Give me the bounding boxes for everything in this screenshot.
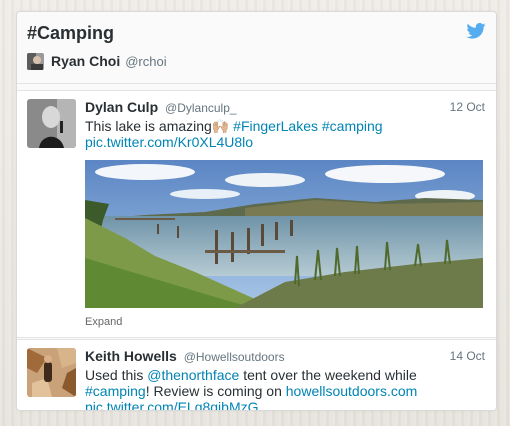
- widget-header: #Camping Ryan Choi @rchoi: [17, 12, 496, 84]
- author-name[interactable]: Keith Howells: [85, 348, 177, 364]
- widget-creator[interactable]: Ryan Choi @rchoi: [27, 52, 167, 70]
- hashtag-link[interactable]: #camping: [322, 118, 383, 134]
- author-handle[interactable]: @Howellsoutdoors: [184, 350, 285, 364]
- tweet-date[interactable]: 12 Oct: [450, 100, 485, 114]
- twitter-bird-icon[interactable]: [466, 23, 486, 39]
- tweet-text: This lake is amazing🙌🏼 #FingerLakes #cam…: [85, 118, 485, 150]
- tweet-author[interactable]: Dylan Culp @Dylanculp_: [85, 99, 237, 115]
- author-handle[interactable]: @Dylanculp_: [165, 101, 237, 115]
- tweet-text-part: ! Review is coming on: [145, 383, 282, 399]
- creator-name[interactable]: Ryan Choi: [51, 53, 120, 69]
- tweet-text: Used this @thenorthface tent over the we…: [85, 367, 485, 410]
- widget-title[interactable]: #Camping: [27, 23, 114, 44]
- avatar[interactable]: [27, 348, 76, 397]
- domain-link[interactable]: howellsoutdoors.com: [286, 383, 418, 399]
- avatar[interactable]: [27, 52, 44, 70]
- tweet-text-part: Used this: [85, 367, 144, 383]
- tweet: Dylan Culp @Dylanculp_ 12 Oct This lake …: [17, 90, 496, 338]
- expand-link[interactable]: Expand: [85, 316, 122, 328]
- hashtag-link[interactable]: #camping: [85, 383, 146, 399]
- media-link[interactable]: pic.twitter.com/Kr0XL4U8lo: [85, 134, 253, 150]
- tweet: Keith Howells @Howellsoutdoors 14 Oct Us…: [17, 339, 496, 410]
- tweet-date[interactable]: 14 Oct: [450, 349, 485, 363]
- twitter-timeline-widget: #Camping Ryan Choi @rchoi Dylan Culp @Dy…: [16, 11, 497, 411]
- tweet-text-part: tent over the weekend while: [243, 367, 417, 383]
- avatar[interactable]: [27, 99, 76, 148]
- tweet-text-body: This lake is amazing: [85, 118, 212, 134]
- hashtag-link[interactable]: #FingerLakes: [233, 118, 318, 134]
- creator-handle[interactable]: @rchoi: [125, 54, 166, 69]
- author-name[interactable]: Dylan Culp: [85, 99, 158, 115]
- tweet-author[interactable]: Keith Howells @Howellsoutdoors: [85, 348, 285, 364]
- tweet-photo[interactable]: [85, 160, 483, 308]
- media-link[interactable]: pic.twitter.com/ELg8gibMzG: [85, 399, 259, 410]
- raised-hands-emoji: 🙌🏼: [211, 118, 230, 134]
- mention-link[interactable]: @thenorthface: [147, 367, 239, 383]
